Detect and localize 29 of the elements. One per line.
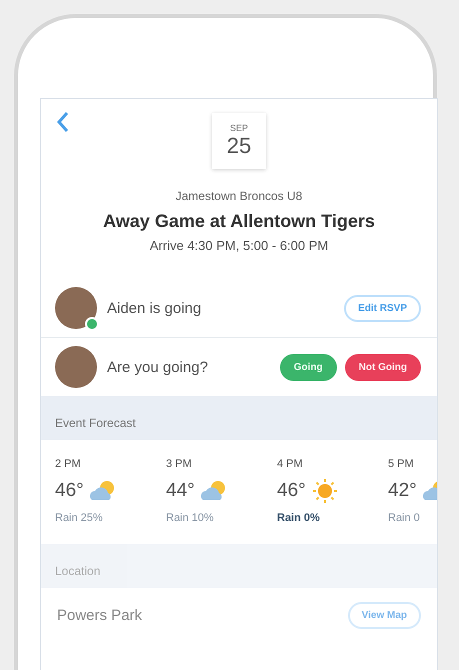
forecast-hour: 5 PM bbox=[388, 458, 415, 470]
location-name: Powers Park bbox=[57, 607, 142, 624]
section-header: Event Forecast bbox=[41, 396, 437, 440]
going-button[interactable]: Going bbox=[280, 354, 337, 380]
forecast-hour: 2 PM bbox=[55, 458, 82, 470]
rsvp-text: Aiden is going bbox=[107, 300, 202, 316]
event-day: 25 bbox=[226, 133, 252, 159]
event-month: SEP bbox=[230, 123, 248, 133]
event-time: Arrive 4:30 PM, 5:00 - 6:00 PM bbox=[150, 238, 328, 253]
rsvp-text: Are you going? bbox=[107, 358, 209, 376]
rain-chance: Rain 10% bbox=[166, 512, 215, 524]
forecast-temperature: 42° bbox=[388, 480, 417, 502]
rain-chance: Rain 0% bbox=[277, 512, 321, 524]
view-map-button[interactable]: View Map bbox=[348, 602, 421, 629]
back-chevron-icon[interactable] bbox=[57, 111, 69, 133]
event-title: Away Game at Allentown Tigers bbox=[103, 211, 375, 232]
section-header: Location bbox=[41, 544, 437, 588]
forecast-temperature: 44° bbox=[166, 480, 195, 502]
team-name: Jamestown Broncos U8 bbox=[176, 189, 302, 203]
forecast-temperature: 46° bbox=[55, 480, 84, 502]
rain-chance: Rain 25% bbox=[55, 512, 104, 524]
not-going-button[interactable]: Not Going bbox=[344, 354, 421, 380]
forecast-hour: 3 PM bbox=[166, 458, 193, 470]
avatar bbox=[55, 346, 97, 388]
avatar bbox=[55, 287, 97, 329]
rain-chance: Rain 0 bbox=[388, 512, 421, 524]
forecast-hour: 4 PM bbox=[277, 458, 304, 470]
edit-button[interactable]: Edit RSVP bbox=[344, 294, 421, 322]
forecast-temperature: 46° bbox=[277, 480, 306, 502]
